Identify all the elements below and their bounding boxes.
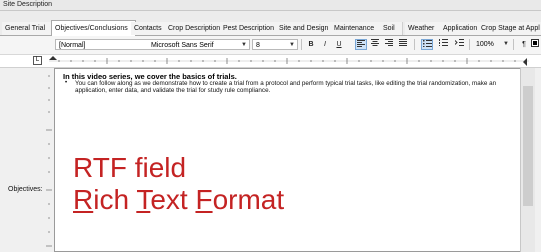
tab-crop-description[interactable]: Crop Description [165,22,224,35]
overlay-rest3: ormat [212,184,285,215]
horizontal-ruler[interactable] [49,56,529,66]
toolbar-separator [469,39,470,50]
right-indent-marker [523,58,527,66]
align-right-icon [385,39,393,46]
color-picker-icon[interactable] [530,39,540,50]
overlay-f: F [195,184,213,215]
bullet-icon: • [65,80,68,86]
editor-paragraph: You can follow along as we demonstrate h… [75,80,497,94]
numbered-list-button[interactable] [437,39,449,50]
first-line-indent-marker [49,56,57,60]
indent-icon [454,39,464,46]
show-formatting-button[interactable]: ¶ [518,39,530,50]
tab-crop-stage-at-appl[interactable]: Crop Stage at Appl [478,22,541,35]
chevron-down-icon: ▼ [289,42,295,48]
tab-maintenance[interactable]: Maintenance [331,22,384,35]
justify-icon [399,39,407,46]
toolbar-separator [414,39,415,50]
zoom-select[interactable]: 100% ▼ [473,39,511,50]
horizontal-ruler-row: L [0,55,541,68]
toolbar-separator [301,39,302,50]
tab-soil[interactable]: Soil [380,22,403,35]
font-size-value: 8 [256,42,260,49]
overlay-line-1: RTF field [73,152,187,183]
tab-stop-selector[interactable]: L [33,56,42,65]
overlay-r: R [73,184,94,215]
chevron-down-icon: ▼ [503,41,509,47]
font-select[interactable]: Microsoft Sans Serif ▼ [148,39,250,50]
overlay-line-2: Rich Text Format [73,184,284,216]
align-center-button[interactable] [369,39,381,50]
align-right-button[interactable] [383,39,395,50]
zoom-value: 100% [476,41,494,48]
underline-button[interactable]: U [333,39,345,50]
overlay-t: T [136,184,151,215]
window-title: Site Description [3,1,53,8]
tab-contacts[interactable]: Contacts [131,22,169,35]
style-select[interactable]: [Normal] ▼ [55,39,159,50]
indent-button[interactable] [453,39,465,50]
align-left-icon [357,40,365,47]
overlay-rest2: ext [150,184,196,215]
overlay-rest1: ich [93,184,137,215]
italic-button[interactable]: I [319,39,331,50]
tab-weather[interactable]: Weather [405,22,444,35]
bullet-list-button[interactable] [421,39,433,50]
vertical-ruler [46,75,52,247]
style-select-value: [Normal] [59,42,86,49]
color-picker-icon-shape [531,39,539,47]
formatting-toolbar: [Normal] ▼ Microsoft Sans Serif ▼ 8 ▼ B … [0,36,541,55]
tab-general-trial[interactable]: General Trial [2,22,55,35]
font-size-select[interactable]: 8 ▼ [252,39,298,50]
bullet-list-icon [422,40,432,48]
scrollbar-thumb[interactable] [523,86,533,206]
tab-strip: General Trial Objectives/Conclusions Con… [0,11,541,36]
vertical-scrollbar[interactable] [520,68,535,252]
annotation-overlay: RTF field Rich Text Format [73,152,284,216]
chevron-down-icon: ▼ [241,42,247,48]
objectives-label: Objectives: [8,186,43,193]
bold-button[interactable]: B [305,39,317,50]
align-left-button[interactable] [355,39,367,50]
align-center-icon [371,39,379,46]
tab-pest-description[interactable]: Pest Description [220,22,280,35]
tab-objectives-conclusions[interactable]: Objectives/Conclusions [51,20,136,36]
window-titlebar: Site Description [0,0,541,11]
numbered-list-icon [438,39,448,46]
justify-button[interactable] [397,39,409,50]
tab-site-and-design[interactable]: Site and Design [276,22,335,35]
font-select-value: Microsoft Sans Serif [151,42,214,49]
toolbar-separator [513,39,514,50]
tab-application[interactable]: Application [440,22,482,35]
